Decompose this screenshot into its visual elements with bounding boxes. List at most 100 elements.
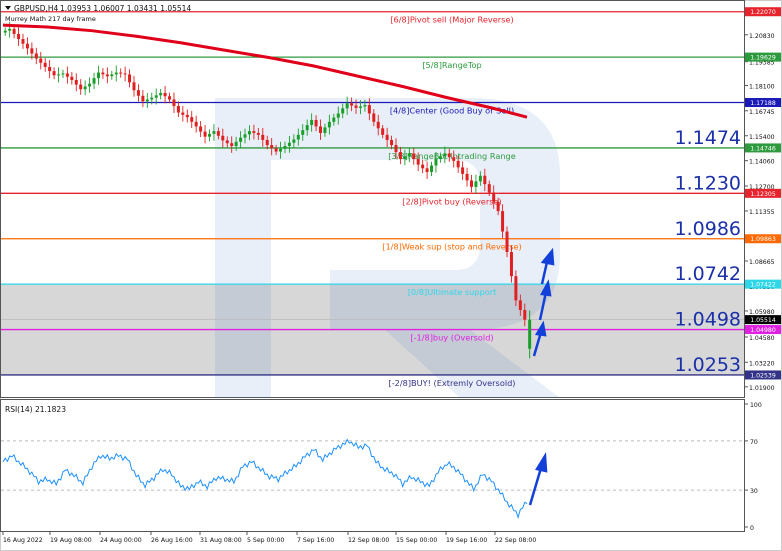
candle-body	[292, 139, 296, 143]
symbol-label: GBPUSD,H4	[14, 4, 59, 13]
candle-body	[168, 96, 172, 100]
candle-body	[216, 131, 220, 136]
candle-body	[381, 128, 385, 135]
x-tick-label: 22 Sep 08:00	[495, 537, 536, 544]
candle-body	[207, 133, 211, 137]
x-tick-label: 16 Aug 2022	[3, 537, 43, 544]
large-level-label: 1.0986	[675, 218, 741, 240]
candle-body	[181, 112, 185, 115]
y-tick-label: 1.11355	[749, 209, 775, 216]
price-tag-label: 1.04980	[750, 327, 776, 334]
candle-body	[296, 134, 300, 140]
candle-body	[172, 99, 176, 107]
candle-body	[221, 135, 225, 141]
candle-body	[247, 131, 251, 135]
candle-body	[114, 72, 118, 75]
large-level-label: 1.0498	[675, 309, 741, 331]
ohlc-label: 1.03953 1.06007 1.03431 1.05514	[60, 4, 191, 13]
candle-body	[270, 145, 274, 149]
candle-body	[314, 119, 318, 127]
y-tick-label: 1.20830	[749, 33, 775, 40]
candle-body	[3, 30, 7, 33]
price-tag-label: 1.09863	[750, 236, 776, 243]
candle-body	[163, 92, 167, 97]
indicator-label: Murrey Math 217 day frame	[5, 15, 96, 23]
y-tick-label: 1.16745	[749, 109, 775, 116]
candle-body	[332, 117, 336, 122]
murrey-level-label: [-1/8]buy (Oversold)	[410, 333, 493, 343]
y-tick-label: 1.18100	[749, 84, 775, 91]
candle-body	[70, 76, 74, 80]
candle-body	[79, 84, 83, 90]
candle-body	[265, 139, 269, 146]
candle-body	[461, 167, 465, 174]
murrey-level-label: [0/8]Ultimate support	[408, 287, 497, 297]
candle-body	[52, 71, 56, 76]
candle-body	[92, 78, 96, 84]
candle-body	[452, 157, 456, 161]
rsi-title: RSI(14) 21.1823	[5, 405, 66, 414]
candle-body	[88, 83, 92, 87]
candle-body	[385, 134, 389, 140]
x-tick-label: 31 Aug 08:00	[200, 537, 242, 544]
candle-body	[96, 72, 100, 79]
candle-body	[367, 105, 371, 114]
candle-body	[239, 137, 243, 142]
candle-body	[194, 121, 198, 127]
candle-body	[509, 252, 513, 277]
candle-body	[39, 58, 43, 63]
candle-body	[376, 121, 380, 129]
candle-body	[225, 140, 229, 144]
candle-body	[43, 62, 47, 67]
candle-body	[341, 108, 345, 114]
candle-body	[469, 180, 473, 187]
price-tag-label: 1.07422	[750, 282, 776, 289]
candle-body	[523, 310, 527, 320]
candle-body	[110, 74, 114, 77]
candle-body	[283, 145, 287, 149]
x-tick-label: 15 Sep 00:00	[396, 537, 437, 544]
price-tag-label: 1.14746	[750, 145, 776, 152]
candle-body	[514, 276, 518, 301]
candle-body	[154, 95, 158, 98]
candle-body	[212, 131, 216, 134]
candle-body	[407, 153, 411, 157]
candle-body	[274, 148, 278, 152]
price-tag-label: 1.19629	[750, 55, 776, 62]
candle-body	[141, 95, 145, 102]
candle-body	[150, 97, 154, 100]
candle-body	[119, 72, 123, 74]
candle-body	[12, 28, 16, 34]
rsi-tick-label: 30	[750, 488, 758, 495]
candle-body	[443, 153, 447, 157]
candle-body	[425, 168, 429, 173]
candle-body	[261, 134, 265, 140]
candle-body	[256, 132, 260, 135]
y-tick-label: 1.05980	[749, 309, 775, 316]
candle-body	[65, 73, 69, 77]
candle-body	[390, 139, 394, 146]
candle-body	[518, 300, 522, 311]
price-tag-label: 1.17188	[750, 100, 776, 107]
candle-body	[474, 181, 478, 187]
candle-body	[83, 86, 87, 90]
candle-body	[34, 53, 38, 59]
murrey-level-label: [2/8]Pivot buy (Reverse)	[402, 196, 501, 206]
candle-body	[310, 119, 314, 126]
candle-body	[496, 201, 500, 212]
murrey-level-label: [-2/8]BUY! (Extremly Oversold)	[389, 378, 516, 388]
large-level-label: 1.1474	[675, 127, 741, 149]
rsi-tick-label: 70	[750, 439, 758, 446]
candle-body	[354, 105, 358, 108]
candle-body	[478, 175, 482, 182]
candle-body	[185, 114, 189, 118]
candle-body	[243, 134, 247, 138]
y-tick-label: 1.04580	[749, 335, 775, 342]
price-tag-label: 1.02539	[750, 372, 776, 379]
y-tick-label: 1.14060	[749, 159, 775, 166]
candle-body	[323, 127, 327, 133]
candle-body	[350, 103, 354, 106]
candle-body	[438, 156, 442, 160]
candle-body	[501, 211, 505, 232]
candle-body	[430, 165, 434, 173]
